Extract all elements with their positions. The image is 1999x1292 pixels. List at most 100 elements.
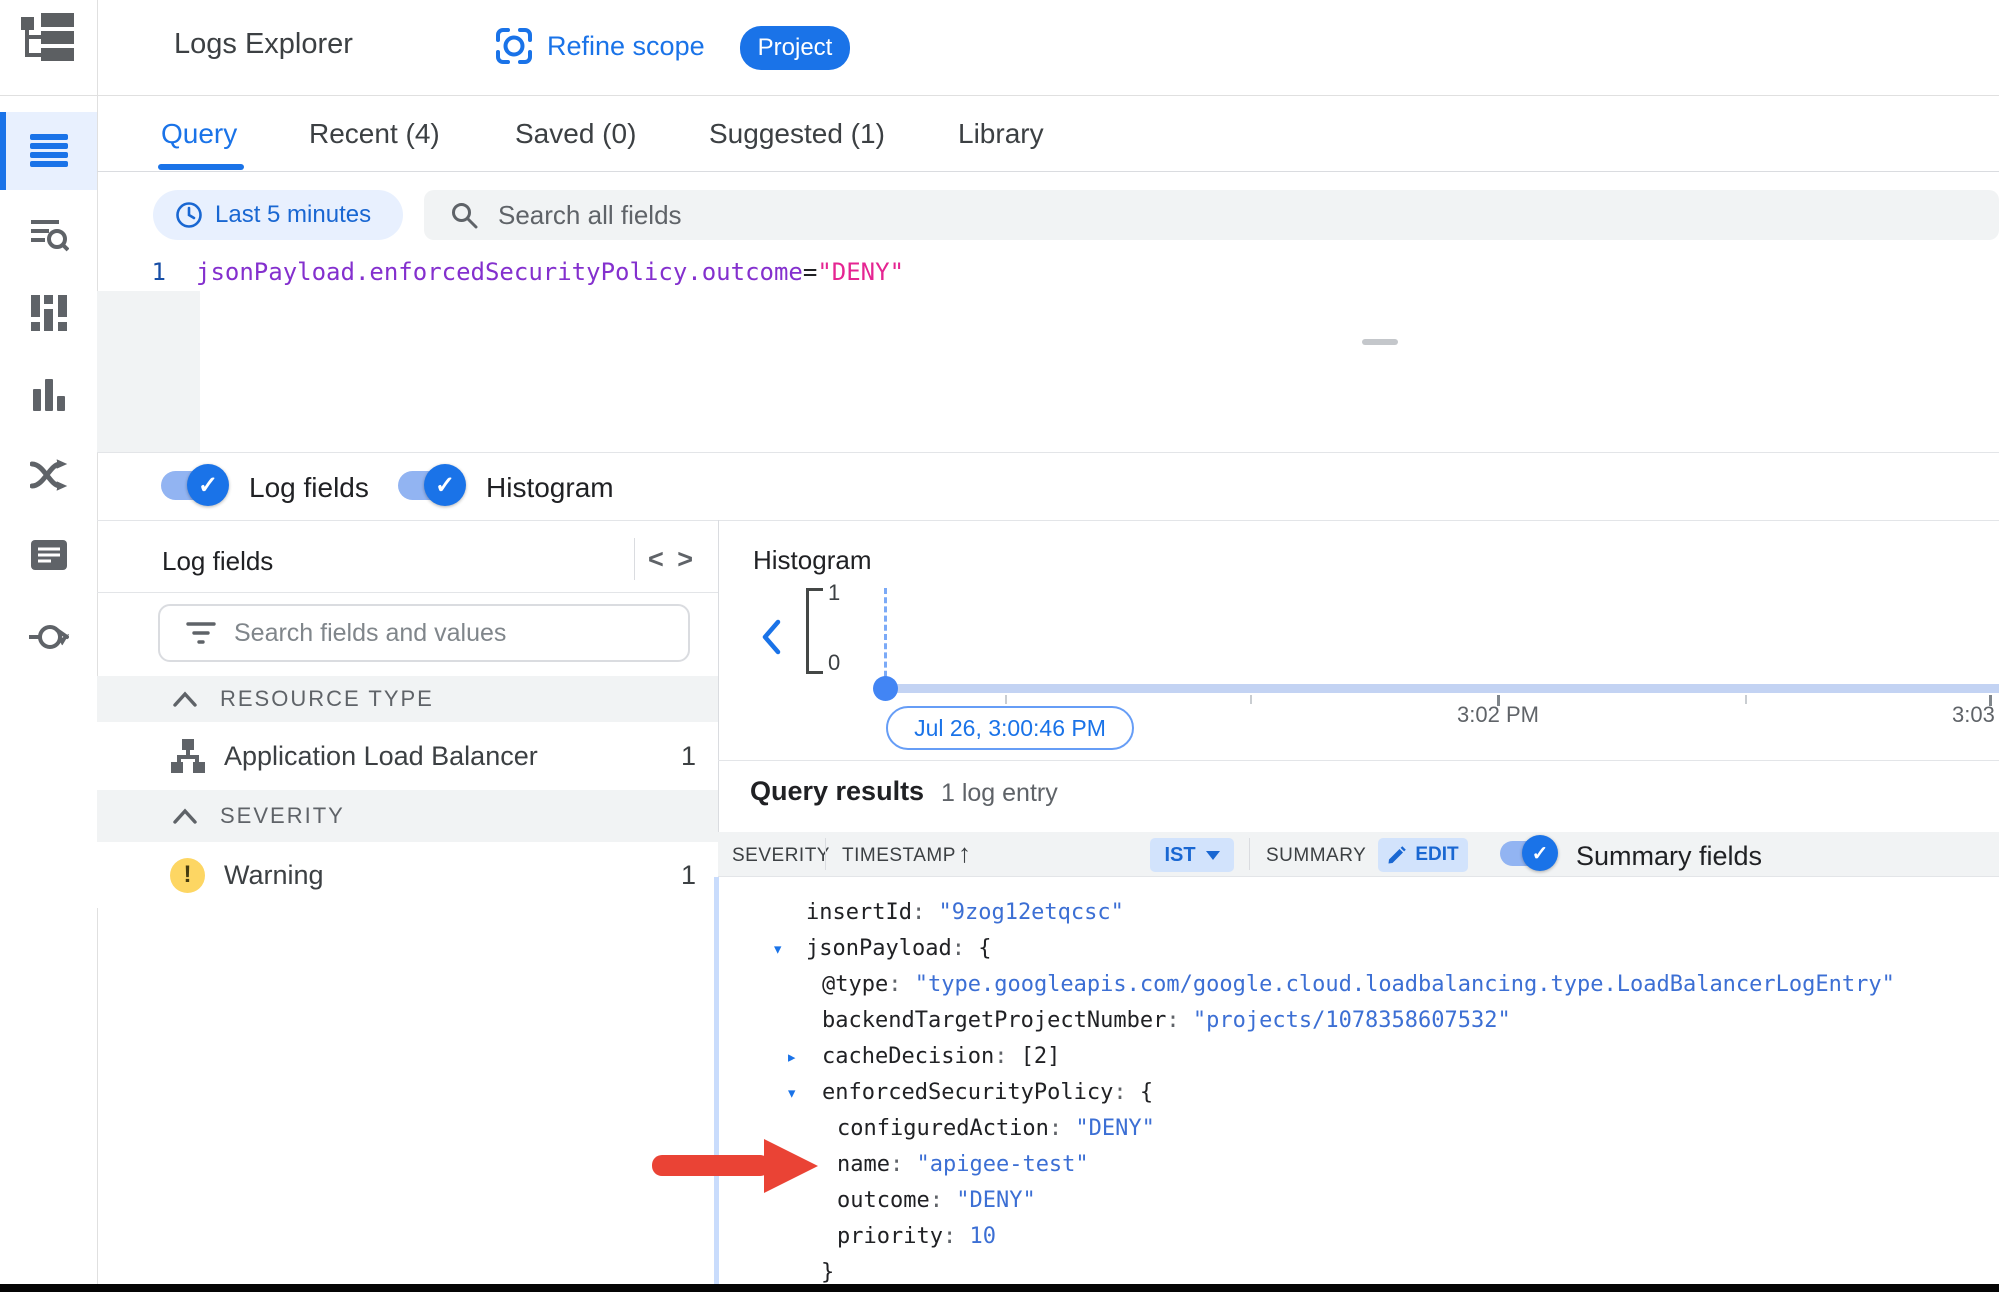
search-icon — [450, 201, 478, 229]
json-key: priority — [837, 1224, 943, 1249]
json-line[interactable]: ▸cacheDecision: [2] — [718, 1039, 1999, 1075]
tab-library[interactable]: Library — [958, 118, 1044, 150]
column-timestamp[interactable]: TIMESTAMP — [842, 845, 956, 867]
dropdown-caret-icon — [1206, 851, 1220, 860]
histogram-toggle[interactable]: ✓ — [398, 463, 466, 507]
json-line[interactable]: ▾jsonPayload: { — [718, 931, 1999, 967]
json-line[interactable]: configuredAction: "DENY" — [718, 1111, 1999, 1147]
warning-icon: ! — [170, 858, 205, 893]
timeline-label-303: 3:03 — [1952, 702, 1999, 728]
column-severity: SEVERITY — [732, 845, 830, 867]
log-fields-toggle-label: Log fields — [249, 472, 369, 504]
severity-section-header[interactable]: SEVERITY — [97, 790, 718, 842]
load-balancer-icon — [170, 738, 206, 774]
editor-bottom-divider — [97, 452, 1999, 453]
toggle-thumb-check-icon: ✓ — [1522, 835, 1558, 871]
toggle-thumb-check-icon: ✓ — [424, 464, 466, 506]
json-key: outcome — [837, 1188, 930, 1213]
column-summary: SUMMARY — [1266, 845, 1366, 867]
json-line[interactable]: @type: "type.googleapis.com/google.cloud… — [718, 967, 1999, 1003]
left-nav-rail — [0, 0, 98, 1292]
nav-log-analytics-icon[interactable] — [0, 196, 97, 274]
section-header-label: RESOURCE TYPE — [220, 686, 434, 712]
chevron-up-icon — [172, 690, 198, 708]
histogram-timeline-bar[interactable] — [886, 684, 1999, 693]
edit-summary-button[interactable]: EDIT — [1378, 838, 1468, 872]
log-fields-panel-title: Log fields — [162, 546, 273, 577]
json-value: "DENY" — [1075, 1116, 1154, 1141]
log-fields-toggle[interactable]: ✓ — [161, 463, 229, 507]
json-line[interactable]: priority: 10 — [718, 1219, 1999, 1255]
query-results-title: Query results — [750, 776, 924, 807]
tab-query[interactable]: Query — [161, 118, 237, 150]
search-fields-input[interactable] — [232, 618, 670, 649]
json-value: "apigee-test" — [916, 1152, 1088, 1177]
query-editor-line[interactable]: jsonPayload.enforcedSecurityPolicy.outco… — [196, 254, 904, 290]
tab-saved[interactable]: Saved (0) — [515, 118, 636, 150]
refine-scope-icon — [495, 27, 533, 70]
editor-resize-handle[interactable] — [1362, 339, 1398, 345]
column-divider — [1249, 838, 1250, 870]
selected-time-pill[interactable]: Jul 26, 3:00:46 PM — [886, 706, 1134, 750]
clock-icon — [175, 201, 203, 229]
tabs-divider — [97, 171, 1999, 172]
annotation-arrow-shaft — [652, 1155, 770, 1176]
query-results-count: 1 log entry — [941, 779, 1058, 808]
resource-type-section-header[interactable]: RESOURCE TYPE — [97, 676, 718, 722]
nav-logs-explorer-icon[interactable] — [0, 112, 97, 190]
collapse-caret-icon[interactable]: ▾ — [786, 1075, 797, 1111]
chevron-up-icon — [172, 807, 198, 825]
histogram-title: Histogram — [753, 545, 871, 576]
resource-row-count: 1 — [681, 741, 696, 772]
pencil-icon — [1387, 845, 1407, 865]
nav-logs-storage-icon[interactable] — [0, 516, 97, 594]
collapse-caret-icon[interactable]: ▾ — [772, 931, 783, 967]
json-line[interactable]: ▾enforcedSecurityPolicy: { — [718, 1075, 1999, 1111]
page-title: Logs Explorer — [174, 28, 353, 61]
log-entry-json[interactable]: insertId: "9zog12etqcsc" ▾jsonPayload: {… — [718, 895, 1999, 1284]
nav-log-pipeline-icon[interactable] — [0, 598, 97, 676]
timeline-tick — [1005, 695, 1007, 704]
json-key: enforcedSecurityPolicy — [822, 1080, 1113, 1105]
logs-explorer-screen: Logs Explorer Refine scope Project Query… — [0, 0, 1999, 1292]
json-line[interactable]: insertId: "9zog12etqcsc" — [718, 895, 1999, 931]
nav-log-metrics-icon[interactable] — [0, 356, 97, 434]
json-line[interactable]: } — [718, 1255, 1999, 1284]
timezone-dropdown[interactable]: IST — [1150, 838, 1234, 872]
json-line-name-highlighted[interactable]: name: "apigee-test" — [718, 1147, 1999, 1183]
field-search-box[interactable] — [158, 604, 690, 662]
global-search-box[interactable] — [424, 190, 1999, 240]
collapse-panel-icon[interactable]: < > — [648, 544, 696, 575]
refine-scope-button[interactable]: Refine scope — [547, 31, 705, 62]
resource-row-load-balancer[interactable]: Application Load Balancer 1 — [97, 722, 718, 790]
nav-log-router-icon[interactable] — [0, 436, 97, 514]
tab-recent[interactable]: Recent (4) — [309, 118, 440, 150]
timezone-label: IST — [1164, 844, 1195, 867]
json-value: 10 — [969, 1224, 996, 1249]
histogram-scroll-left-icon[interactable] — [758, 618, 786, 661]
annotation-arrow-head — [764, 1139, 818, 1193]
time-range-chip[interactable]: Last 5 minutes — [153, 190, 403, 240]
panel-header-divider — [634, 538, 635, 580]
toggle-thumb-check-icon: ✓ — [187, 464, 229, 506]
query-string-value: "DENY" — [817, 258, 904, 286]
summary-fields-toggle[interactable]: ✓ — [1500, 834, 1558, 872]
sort-ascending-icon[interactable]: ↑ — [958, 838, 971, 869]
window-bottom-edge — [0, 1284, 1999, 1292]
filter-icon — [186, 620, 216, 646]
severity-row-warning[interactable]: ! Warning 1 — [97, 842, 718, 908]
search-all-fields-input[interactable] — [496, 199, 1979, 232]
time-range-label: Last 5 minutes — [215, 201, 371, 229]
expand-caret-icon[interactable]: ▸ — [786, 1039, 797, 1075]
tab-suggested[interactable]: Suggested (1) — [709, 118, 885, 150]
json-value: "9zog12etqcsc" — [938, 900, 1123, 925]
selected-time-dot[interactable] — [873, 676, 898, 701]
nav-logs-dashboard-icon[interactable] — [0, 274, 97, 352]
json-line[interactable]: backendTargetProjectNumber: "projects/10… — [718, 1003, 1999, 1039]
scope-project-badge[interactable]: Project — [740, 26, 850, 70]
json-line[interactable]: outcome: "DENY" — [718, 1183, 1999, 1219]
severity-row-label: Warning — [224, 860, 324, 891]
json-key: @type — [822, 972, 888, 997]
json-key: backendTargetProjectNumber — [822, 1008, 1166, 1033]
histogram-y-axis — [806, 588, 823, 674]
